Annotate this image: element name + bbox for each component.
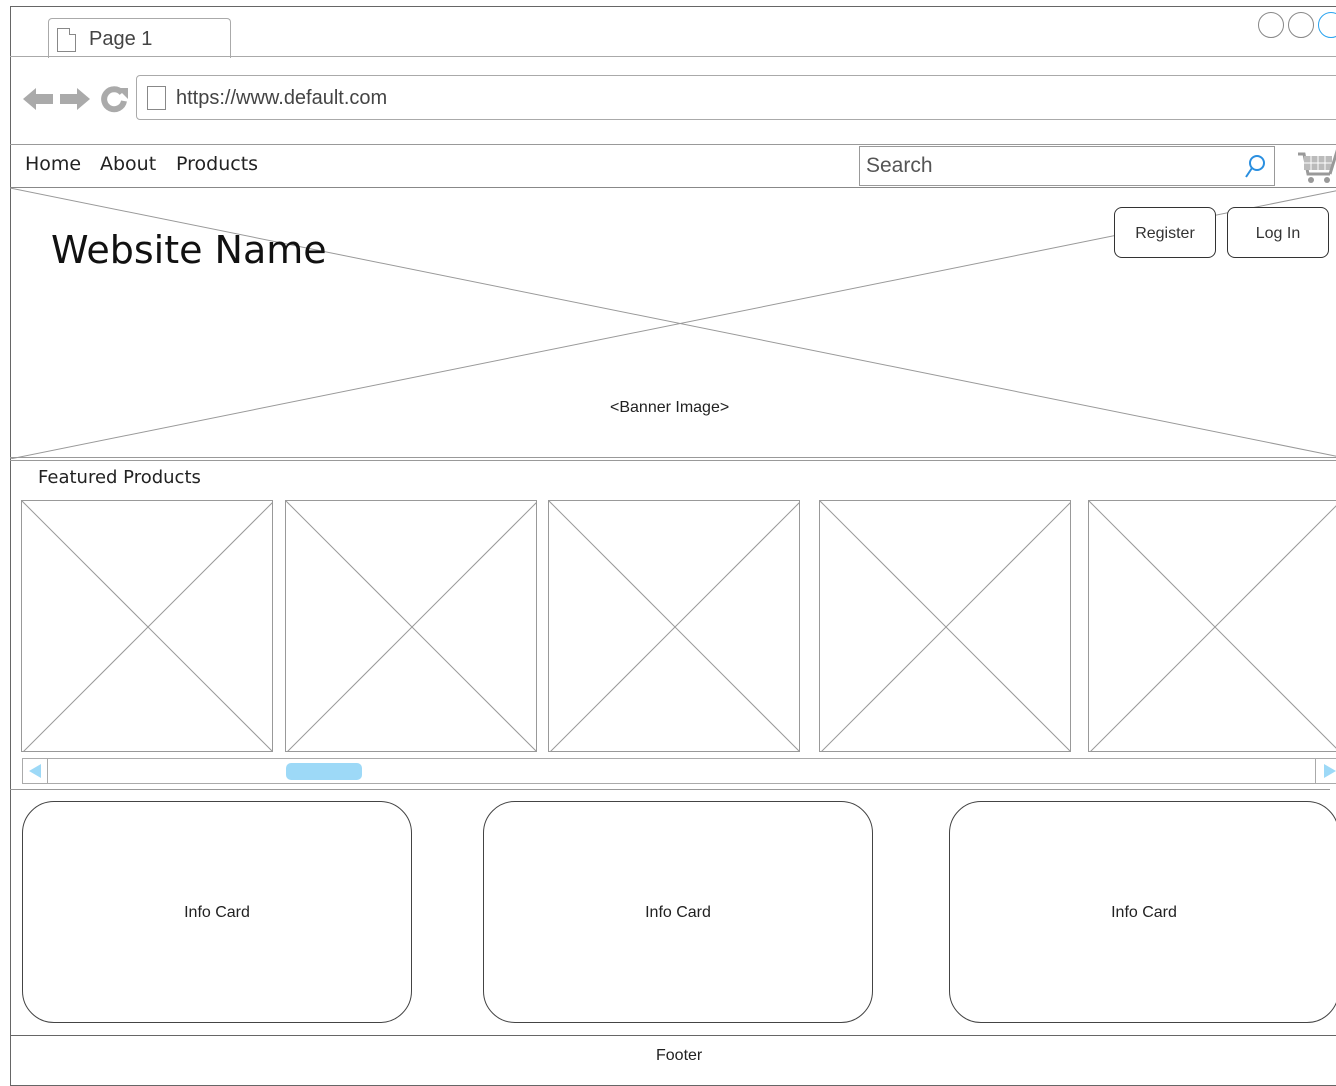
product-image[interactable] <box>548 500 800 752</box>
arrow-left-icon <box>23 88 53 110</box>
window-minimize-button[interactable] <box>1258 12 1284 38</box>
forward-button[interactable] <box>60 86 90 112</box>
scroll-left-button[interactable] <box>23 759 48 783</box>
product-image[interactable] <box>1088 500 1336 752</box>
footer: Footer <box>10 1036 1336 1076</box>
tabbar-divider <box>10 56 1336 57</box>
product-image[interactable] <box>285 500 537 752</box>
reload-icon <box>101 86 128 113</box>
site-name: Website Name <box>51 228 327 272</box>
back-button[interactable] <box>23 86 53 112</box>
info-card-label: Info Card <box>184 904 250 921</box>
footer-label: Footer <box>656 1047 703 1064</box>
featured-title: Featured Products <box>38 467 201 488</box>
nav-link-products[interactable]: Products <box>176 153 258 175</box>
search-input[interactable]: Search <box>859 146 1275 186</box>
register-button[interactable]: Register <box>1114 207 1216 258</box>
banner-divider <box>10 460 1336 461</box>
image-placeholder-icon <box>820 501 1070 751</box>
product-image[interactable] <box>819 500 1071 752</box>
tab-label: Page 1 <box>89 28 153 50</box>
banner-divider <box>10 457 1336 458</box>
cart-icon[interactable] <box>1296 146 1336 186</box>
info-card[interactable]: Info Card <box>949 801 1336 1023</box>
image-placeholder-icon <box>549 501 799 751</box>
address-bar[interactable]: https://www.default.com <box>136 75 1336 120</box>
product-image[interactable] <box>21 500 273 752</box>
horizontal-scrollbar[interactable] <box>22 758 1336 784</box>
page-icon <box>147 86 166 110</box>
info-card-label: Info Card <box>645 904 711 921</box>
image-placeholder-icon <box>286 501 536 751</box>
login-button[interactable]: Log In <box>1227 207 1329 258</box>
address-url: https://www.default.com <box>176 87 388 109</box>
info-card[interactable]: Info Card <box>483 801 873 1023</box>
info-card-label: Info Card <box>1111 904 1177 921</box>
page-icon <box>57 28 76 52</box>
search-placeholder: Search <box>866 154 933 177</box>
address-divider <box>10 144 1336 145</box>
triangle-right-icon <box>1324 764 1336 778</box>
search-icon[interactable] <box>1244 154 1266 180</box>
banner-label: <Banner Image> <box>610 399 730 416</box>
info-card[interactable]: Info Card <box>22 801 412 1023</box>
scroll-thumb[interactable] <box>286 763 362 780</box>
window-maximize-button[interactable] <box>1288 12 1314 38</box>
section-divider <box>10 789 1330 790</box>
scroll-right-button[interactable] <box>1315 759 1336 783</box>
arrow-right-icon <box>60 88 90 110</box>
image-placeholder-icon <box>22 501 272 751</box>
reload-button[interactable] <box>100 85 128 113</box>
nav-link-home[interactable]: Home <box>25 153 81 175</box>
image-placeholder-icon <box>1089 501 1336 751</box>
triangle-left-icon <box>29 764 41 778</box>
nav-link-about[interactable]: About <box>100 153 156 175</box>
browser-tab[interactable]: Page 1 <box>48 18 231 58</box>
